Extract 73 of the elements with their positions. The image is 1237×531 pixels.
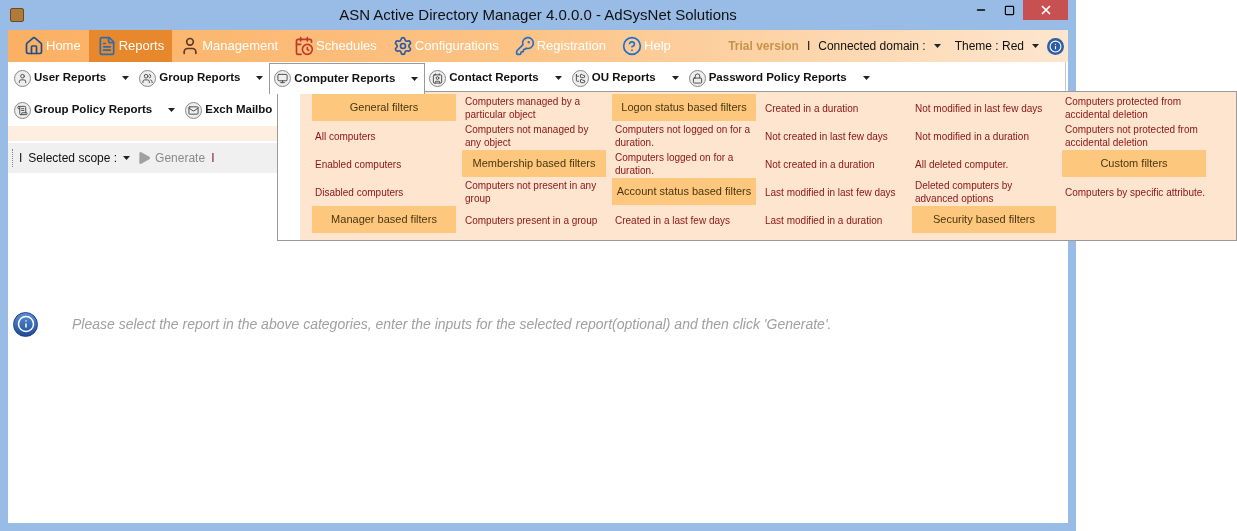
window-title: ASN Active Directory Manager 4.0.0.0 - AdSysNet Solutions bbox=[339, 4, 737, 25]
maximize-icon bbox=[1003, 4, 1015, 16]
report-menu-button[interactable]: Group Policy Reports bbox=[34, 101, 169, 119]
users-icon bbox=[139, 69, 157, 87]
filter-menu-item[interactable]: Deleted computers by advanced options bbox=[912, 178, 1056, 206]
filter-menu-item[interactable]: Not created in a duration bbox=[762, 150, 906, 178]
key-icon bbox=[514, 36, 535, 56]
filter-group-header: General filters bbox=[312, 94, 456, 121]
instruction-message: Please select the report in the above categories, enter the inputs for the selected report(optional) and then click 'Generate'. bbox=[72, 314, 832, 334]
filter-menu-item[interactable]: Enabled computers bbox=[312, 150, 456, 178]
filter-menu-item[interactable]: All deleted computer. bbox=[912, 150, 1056, 178]
caret-icon[interactable] bbox=[411, 76, 419, 81]
filter-menu-item[interactable]: All computers bbox=[312, 122, 456, 150]
info-icon[interactable] bbox=[1047, 37, 1064, 55]
separator-mark: I bbox=[806, 38, 811, 55]
report-menu-button[interactable]: Contact Reports bbox=[449, 69, 555, 87]
filter-menu-item[interactable]: Computers managed by a particular object bbox=[462, 94, 606, 122]
filter-group-header: Security based filters bbox=[912, 206, 1056, 233]
connected-domain-label: Connected domain : bbox=[818, 38, 926, 55]
user-icon bbox=[14, 69, 31, 87]
filter-menu-item[interactable]: Computers not protected from accidental deletion bbox=[1062, 122, 1206, 150]
home-icon bbox=[24, 36, 44, 56]
filter-menu-item[interactable]: Created in a last few days bbox=[612, 206, 756, 234]
help-icon bbox=[622, 36, 643, 56]
filter-group-header: Account status based filters bbox=[612, 178, 756, 205]
filter-menu-item[interactable]: Last modified in last few days bbox=[762, 178, 906, 206]
caret-icon[interactable] bbox=[122, 76, 130, 80]
filter-menu-item[interactable]: Computers present in a group bbox=[462, 206, 606, 234]
filter-group-header: Logon status based filters bbox=[612, 94, 756, 121]
gear-icon bbox=[392, 36, 413, 56]
filter-menu-item[interactable]: Computers protected from accidental deletion bbox=[1062, 94, 1206, 122]
caret-icon[interactable] bbox=[256, 76, 264, 80]
selected-scope-label: Selected scope : bbox=[28, 150, 118, 167]
separator-mark: I bbox=[19, 150, 23, 167]
caret-icon[interactable] bbox=[123, 156, 131, 160]
caret-icon[interactable] bbox=[671, 76, 679, 80]
filter-menu-item[interactable]: Computers not present in any group bbox=[462, 178, 606, 206]
filter-menu-item[interactable]: Created in a duration bbox=[762, 94, 906, 122]
caret-icon[interactable] bbox=[168, 108, 176, 112]
theme-label: Theme : Red bbox=[954, 38, 1024, 55]
report-menu-button[interactable]: Group Reports bbox=[159, 69, 257, 87]
report-menu-button[interactable]: Exch Mailbo bbox=[205, 101, 273, 119]
caret-icon[interactable] bbox=[862, 76, 870, 80]
caret-icon[interactable] bbox=[554, 76, 562, 80]
caret-icon[interactable] bbox=[1032, 44, 1039, 48]
trial-version-label: Trial version bbox=[728, 38, 799, 55]
play-icon bbox=[136, 150, 153, 166]
caret-icon[interactable] bbox=[933, 44, 941, 48]
contact-card-icon bbox=[429, 69, 447, 87]
filter-menu-item[interactable]: Computers logged on for a duration. bbox=[612, 150, 756, 178]
filter-menu-item[interactable]: Disabled computers bbox=[312, 178, 456, 206]
filter-menu-item[interactable]: Computers not managed by any object bbox=[462, 122, 606, 150]
filter-group-header: Custom filters bbox=[1062, 150, 1206, 177]
scroll-icon bbox=[14, 101, 31, 119]
filter-menu-item[interactable]: Not modified in a duration bbox=[912, 122, 1056, 150]
separator-mark: I bbox=[211, 150, 215, 167]
info-icon bbox=[13, 311, 38, 337]
report-menu-button[interactable]: OU Reports bbox=[591, 69, 672, 87]
lock-icon bbox=[688, 69, 706, 87]
report-menu-button[interactable]: User Reports bbox=[34, 69, 123, 87]
filter-group-header: Membership based filters bbox=[462, 150, 606, 177]
mail-icon bbox=[185, 101, 203, 119]
folder-tree-icon bbox=[571, 69, 589, 87]
calendar-icon bbox=[294, 36, 315, 56]
app-icon bbox=[10, 8, 24, 22]
monitor-icon bbox=[274, 70, 292, 87]
filter-menu-item[interactable]: Not created in last few days bbox=[762, 122, 906, 150]
report-menu-button[interactable]: Password Policy Reports bbox=[708, 69, 863, 87]
filter-menu-item[interactable]: Computers not logged on for a duration. bbox=[612, 122, 756, 150]
filter-group-header: Manager based filters bbox=[312, 206, 456, 233]
filter-menu-item[interactable]: Not modified in last few days bbox=[912, 94, 1056, 122]
filter-menu-item[interactable]: Last modified in a duration bbox=[762, 206, 906, 234]
filter-menu-item[interactable]: Computers by specific attribute. bbox=[1062, 178, 1206, 206]
